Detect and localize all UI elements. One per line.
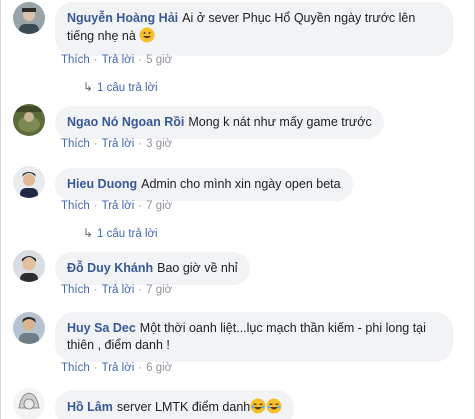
comment-bubble: Hieu Duong Admin cho mình xin ngày open b… [55, 168, 353, 201]
comment-bubble: Hồ Lâm server LMTK điểm danh [55, 390, 295, 419]
comment-text: Mong k nát như mấy game trước [188, 115, 372, 129]
reply-arrow-icon: ↳ [83, 80, 94, 94]
avatar[interactable] [13, 104, 45, 136]
comment-actions: Thích · Trả lời · 7 giờ [61, 284, 173, 296]
comment-author[interactable]: Huy Sa Dec [67, 321, 136, 335]
avatar[interactable] [13, 250, 45, 282]
comment-time[interactable]: 5 giờ [146, 54, 172, 66]
comment-time[interactable]: 3 giờ [146, 138, 172, 150]
comment-text: Admin cho mình xin ngày open beta [141, 177, 341, 191]
like-link[interactable]: Thích [61, 54, 90, 66]
comment-text: server LMTK điểm danh [116, 400, 251, 414]
comment-author[interactable]: Nguyễn Hoàng Hải [67, 11, 178, 25]
comment-author[interactable]: Ngao Nó Ngoan Rồi [67, 115, 184, 129]
like-link[interactable]: Thích [61, 284, 90, 296]
comment-actions: Thích · Trả lời · 7 giờ [61, 200, 173, 212]
comment-time[interactable]: 7 giờ [146, 284, 172, 296]
comment-actions: Thích · Trả lời · 5 giờ [61, 54, 173, 66]
comment-author[interactable]: Hieu Duong [67, 177, 137, 191]
avatar[interactable] [13, 312, 45, 344]
comment-time[interactable]: 6 giờ [146, 362, 172, 374]
comment-actions: Thích · Trả lời · 3 giờ [61, 138, 173, 150]
reply-link[interactable]: Trả lời [102, 138, 135, 150]
avatar[interactable] [13, 2, 45, 34]
comment-bubble: Đỗ Duy Khánh Bao giờ về nhỉ [55, 252, 250, 285]
reply-link[interactable]: Trả lời [102, 284, 135, 296]
laughing-face-icon [266, 398, 282, 419]
grinning-face-icon [139, 27, 155, 48]
comment-text: Bao giờ về nhỉ [157, 261, 238, 275]
laughing-face-icon [250, 398, 266, 419]
comment-bubble: Nguyễn Hoàng Hải Ai ở sever Phục Hổ Quyền… [55, 2, 453, 56]
comment-thread: Nguyễn Hoàng Hải Ai ở sever Phục Hổ Quyền… [0, 0, 475, 419]
view-replies-link[interactable]: ↳ 1 câu trả lời [83, 80, 158, 94]
like-link[interactable]: Thích [61, 200, 90, 212]
like-link[interactable]: Thích [61, 362, 90, 374]
comment-time[interactable]: 7 giờ [146, 200, 172, 212]
comment-author[interactable]: Đỗ Duy Khánh [67, 261, 153, 275]
avatar[interactable] [13, 388, 45, 419]
comment-bubble: Huy Sa Dec Một thời oanh liệt...lục mạch … [55, 312, 453, 362]
view-replies-link[interactable]: ↳ 1 câu trả lời [83, 226, 158, 240]
avatar[interactable] [13, 166, 45, 198]
reply-link[interactable]: Trả lời [102, 54, 135, 66]
reply-link[interactable]: Trả lời [102, 362, 135, 374]
reply-arrow-icon: ↳ [83, 226, 94, 240]
comment-author[interactable]: Hồ Lâm [67, 400, 113, 414]
reply-link[interactable]: Trả lời [102, 200, 135, 212]
like-link[interactable]: Thích [61, 138, 90, 150]
comment-actions: Thích · Trả lời · 6 giờ [61, 362, 173, 374]
comment-bubble: Ngao Nó Ngoan Rồi Mong k nát như mấy game… [55, 106, 384, 139]
